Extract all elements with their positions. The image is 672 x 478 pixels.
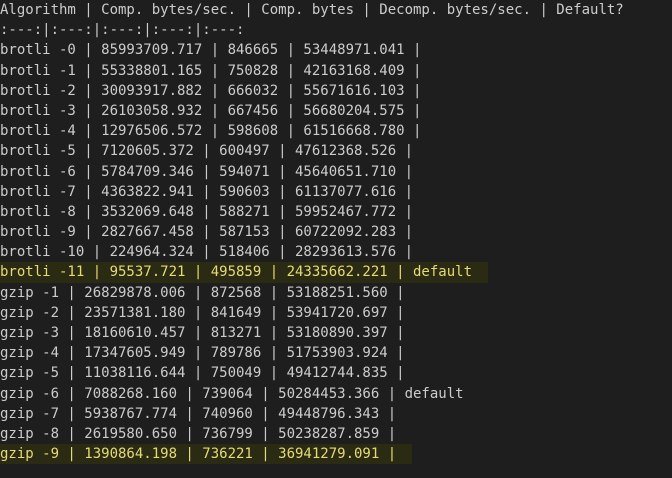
line-text: gzip -2 | 23571381.180 | 841649 | 539417… — [0, 304, 405, 321]
line-text: gzip -4 | 17347605.949 | 789786 | 517539… — [0, 345, 405, 362]
table-row: gzip -5 | 11038116.644 | 750049 | 494127… — [0, 363, 672, 383]
table-row: gzip -1 | 26829878.006 | 872568 | 531882… — [0, 283, 672, 303]
table-header-line: Algorithm | Comp. bytes/sec. | Comp. byt… — [0, 0, 672, 20]
table-row: gzip -4 | 17347605.949 | 789786 | 517539… — [0, 343, 672, 363]
table-row: brotli -4 | 12976506.572 | 598608 | 6151… — [0, 121, 672, 141]
line-text: brotli -6 | 5784709.346 | 594071 | 45640… — [0, 163, 414, 180]
table-row: gzip -8 | 2619580.650 | 736799 | 5023828… — [0, 424, 672, 444]
line-text: brotli -10 | 224964.324 | 518406 | 28293… — [0, 244, 414, 261]
table-row-highlighted: brotli -11 | 95537.721 | 495859 | 243356… — [0, 262, 672, 283]
line-text: gzip -8 | 2619580.650 | 736799 | 5023828… — [0, 425, 397, 442]
table-row: brotli -3 | 26103058.932 | 667456 | 5668… — [0, 101, 672, 121]
line-text: :---:|:---:|:---:|:---:|:---: — [0, 22, 245, 39]
line-text: brotli -3 | 26103058.932 | 667456 | 5668… — [0, 102, 422, 119]
table-row: brotli -0 | 85993709.717 | 846665 | 5344… — [0, 40, 672, 60]
line-text: gzip -7 | 5938767.774 | 740960 | 4944879… — [0, 405, 397, 422]
table-row: brotli -6 | 5784709.346 | 594071 | 45640… — [0, 162, 672, 182]
line-text: gzip -6 | 7088268.160 | 739064 | 5028445… — [0, 385, 464, 402]
terminal-output[interactable]: Algorithm | Comp. bytes/sec. | Comp. byt… — [0, 0, 672, 478]
table-row: brotli -7 | 4363822.941 | 590603 | 61137… — [0, 182, 672, 202]
line-text: brotli -9 | 2827667.458 | 587153 | 60722… — [0, 224, 414, 241]
line-text: gzip -5 | 11038116.644 | 750049 | 494127… — [0, 365, 405, 382]
table-row: gzip -3 | 18160610.457 | 813271 | 531808… — [0, 323, 672, 343]
line-text: Algorithm | Comp. bytes/sec. | Comp. byt… — [0, 2, 624, 18]
line-text: gzip -9 | 1390864.198 | 736221 | 3694127… — [0, 444, 413, 465]
table-row: brotli -8 | 3532069.648 | 588271 | 59952… — [0, 202, 672, 222]
line-text: gzip -3 | 18160610.457 | 813271 | 531808… — [0, 325, 405, 341]
line-text: brotli -4 | 12976506.572 | 598608 | 6151… — [0, 123, 422, 140]
table-row: brotli -1 | 55338801.165 | 750828 | 4216… — [0, 61, 672, 81]
line-text: gzip -1 | 26829878.006 | 872568 | 531882… — [0, 284, 405, 301]
table-row: brotli -9 | 2827667.458 | 587153 | 60722… — [0, 222, 672, 242]
line-text: brotli -0 | 85993709.717 | 846665 | 5344… — [0, 42, 422, 59]
line-text: brotli -1 | 55338801.165 | 750828 | 4216… — [0, 62, 422, 79]
line-text: brotli -7 | 4363822.941 | 590603 | 61137… — [0, 183, 414, 200]
table-row: gzip -7 | 5938767.774 | 740960 | 4944879… — [0, 404, 672, 424]
table-row: brotli -5 | 7120605.372 | 600497 | 47612… — [0, 141, 672, 161]
line-text: brotli -5 | 7120605.372 | 600497 | 47612… — [0, 143, 414, 160]
table-row: brotli -10 | 224964.324 | 518406 | 28293… — [0, 242, 672, 262]
line-text: brotli -8 | 3532069.648 | 588271 | 59952… — [0, 203, 414, 220]
table-separator-line: :---:|:---:|:---:|:---:|:---: — [0, 20, 672, 40]
line-text: brotli -11 | 95537.721 | 495859 | 243356… — [0, 262, 489, 283]
table-row: gzip -2 | 23571381.180 | 841649 | 539417… — [0, 303, 672, 323]
table-row: gzip -6 | 7088268.160 | 739064 | 5028445… — [0, 384, 672, 404]
line-text: brotli -2 | 30093917.882 | 666032 | 5567… — [0, 82, 422, 99]
table-row: brotli -2 | 30093917.882 | 666032 | 5567… — [0, 81, 672, 101]
table-row-highlighted: gzip -9 | 1390864.198 | 736221 | 3694127… — [0, 444, 672, 465]
